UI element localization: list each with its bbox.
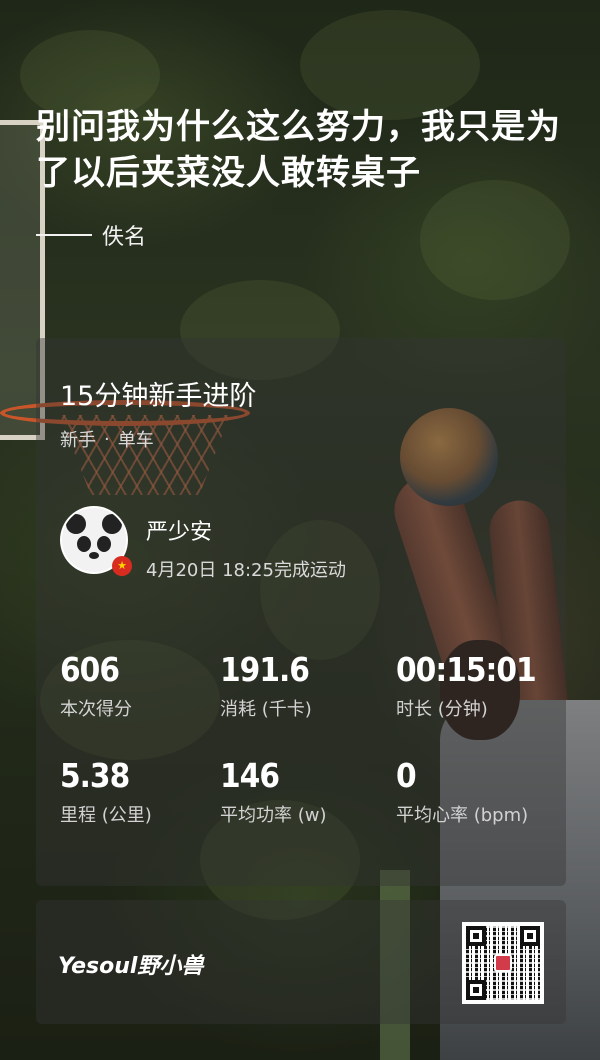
workout-summary-card: 15分钟新手进阶 新手 · 单车 ★ 严少安 4月20日 18:25完成运动 6… bbox=[36, 338, 566, 886]
author-dash bbox=[36, 234, 92, 236]
stat-duration: 00:15:01 时长 (分钟) bbox=[396, 650, 537, 721]
stat-calories: 191.6 消耗 (千卡) bbox=[220, 650, 312, 721]
tag-separator: · bbox=[104, 428, 110, 450]
workout-tags: 新手 · 单车 bbox=[60, 426, 154, 452]
motivational-quote: 别问我为什么这么努力，我只是为了以后夹菜没人敢转桌子 bbox=[36, 107, 561, 193]
workout-level: 新手 bbox=[60, 430, 96, 451]
app-logo-icon bbox=[494, 954, 512, 972]
user-name: 严少安 bbox=[146, 520, 213, 545]
quote-author: 佚名 bbox=[36, 220, 146, 250]
stat-value: 5.38 bbox=[60, 756, 130, 795]
qr-code-pattern bbox=[466, 926, 540, 1000]
stat-label: 里程 (公里) bbox=[60, 805, 152, 826]
quote-author-name: 佚名 bbox=[102, 225, 147, 250]
workout-equipment: 单车 bbox=[117, 430, 154, 451]
stat-label: 平均功率 (w) bbox=[220, 805, 327, 826]
stat-label: 时长 (分钟) bbox=[396, 699, 488, 720]
stat-value: 00:15:01 bbox=[396, 650, 537, 689]
stat-value: 191.6 bbox=[220, 650, 310, 689]
stat-value: 606 bbox=[60, 650, 120, 689]
stat-score: 606 本次得分 bbox=[60, 650, 132, 721]
stat-distance: 5.38 里程 (公里) bbox=[60, 756, 152, 827]
brand-footer-card: Yesoul野小兽 bbox=[36, 900, 566, 1024]
qr-code-icon[interactable] bbox=[462, 922, 544, 1004]
stat-value: 0 bbox=[396, 756, 417, 795]
stat-label: 平均心率 (bpm) bbox=[396, 805, 529, 826]
stat-avg-power: 146 平均功率 (w) bbox=[220, 756, 327, 827]
stat-value: 146 bbox=[220, 756, 280, 795]
china-flag-icon: ★ bbox=[112, 556, 132, 576]
stat-avg-heart-rate: 0 平均心率 (bpm) bbox=[396, 756, 528, 827]
stat-label: 本次得分 bbox=[60, 699, 132, 720]
workout-title: 15分钟新手进阶 bbox=[60, 381, 257, 412]
stat-label: 消耗 (千卡) bbox=[220, 699, 312, 720]
completion-time: 4月20日 18:25完成运动 bbox=[146, 560, 346, 581]
brand-logo-text: Yesoul野小兽 bbox=[58, 954, 204, 979]
